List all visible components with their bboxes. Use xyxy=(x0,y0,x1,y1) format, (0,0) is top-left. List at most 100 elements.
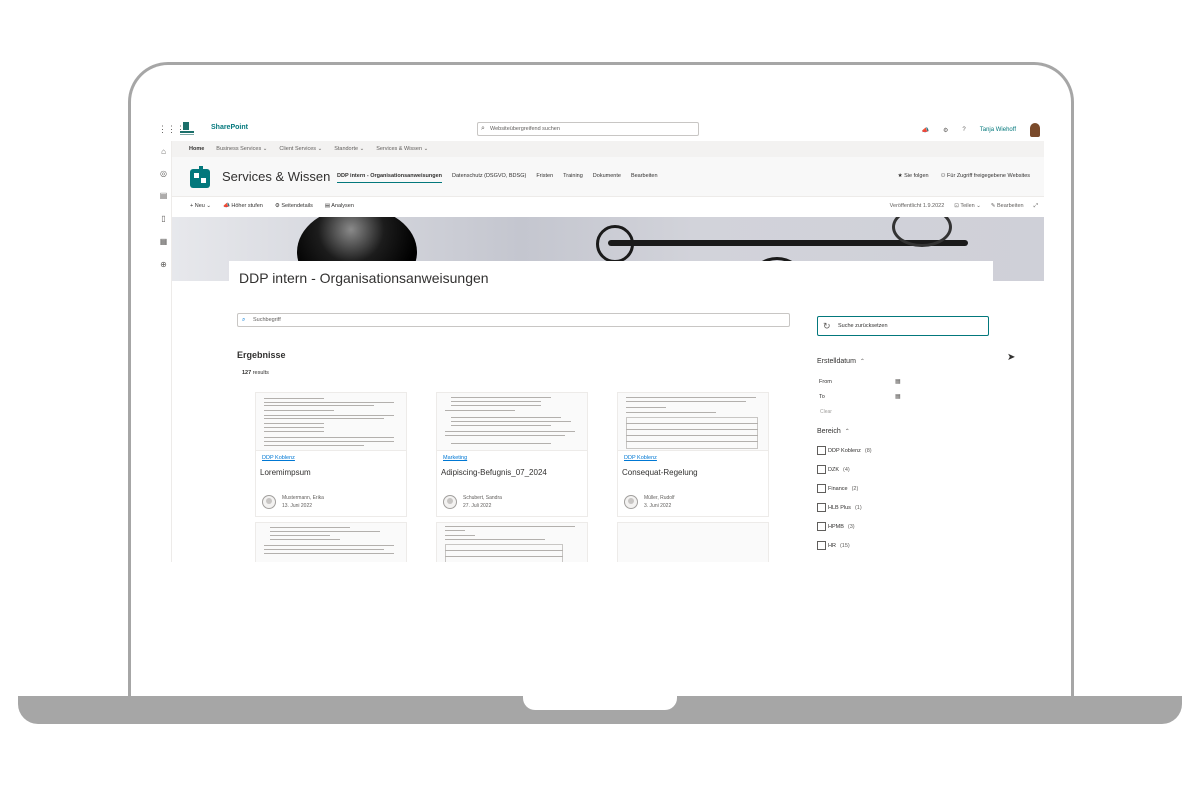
site-logo-icon xyxy=(190,166,210,188)
card-title[interactable]: Consequat-Regelung xyxy=(622,468,698,477)
edit-button[interactable]: ✎ Bearbeiten xyxy=(991,203,1024,210)
filter-checkbox-hpmb[interactable]: HPMB (3) xyxy=(817,522,855,531)
hub-nav-business-services[interactable]: Business Services ⌄ xyxy=(216,146,267,152)
site-nav: DDP intern - Organisationsanweisungen Da… xyxy=(337,173,658,183)
global-search-placeholder: Websiteübergreifend suchen xyxy=(490,126,560,132)
filter-to-label: To xyxy=(819,394,825,400)
analytics-button[interactable]: ▤ Analysen xyxy=(325,203,354,209)
search-placeholder: Suchbegriff xyxy=(253,317,281,323)
megaphone-icon[interactable]: 📣 xyxy=(922,127,929,134)
share-button[interactable]: ⊡ Teilen ⌄ xyxy=(954,203,981,210)
card-title[interactable]: Adipiscing-Befugnis_07_2024 xyxy=(441,468,547,477)
search-input[interactable]: ⌕ Suchbegriff xyxy=(237,313,790,327)
hub-nav-client-services[interactable]: Client Services ⌄ xyxy=(279,146,322,152)
create-icon[interactable]: ⊕ xyxy=(159,260,168,269)
expand-icon[interactable]: ⤢ xyxy=(1034,203,1038,210)
plus-icon: + xyxy=(190,203,194,209)
ring-image xyxy=(596,225,634,263)
hub-nav: Home Business Services ⌄ Client Services… xyxy=(172,141,1044,157)
help-icon[interactable]: ? xyxy=(962,127,965,133)
result-card[interactable] xyxy=(436,522,588,562)
filter-checkbox-finance[interactable]: Finance (2) xyxy=(817,484,858,493)
card-date: 13. Juni 2022 xyxy=(282,503,313,509)
lists-icon[interactable]: ▦ xyxy=(159,237,168,246)
gear-icon[interactable]: ⚙ xyxy=(943,127,948,134)
result-card[interactable] xyxy=(617,522,769,562)
star-icon: ★ xyxy=(897,173,903,179)
site-nav-item-dokumente[interactable]: Dokumente xyxy=(593,173,621,183)
suite-actions: 📣 ⚙ ? Tanja Wiehoff xyxy=(922,123,1040,137)
people-icon: ⚇ xyxy=(940,173,946,179)
result-card[interactable] xyxy=(255,522,407,562)
card-title[interactable]: Loremimpsum xyxy=(260,468,311,477)
search-icon: ⌕ xyxy=(242,317,246,323)
card-author: Müller, Rudolf xyxy=(644,495,675,501)
hub-nav-standorte[interactable]: Standorte ⌄ xyxy=(334,146,364,152)
chart-icon: ▤ xyxy=(324,203,331,209)
calendar-icon[interactable]: ▦ xyxy=(895,393,901,400)
site-title[interactable]: Services & Wissen xyxy=(222,169,330,184)
document-thumbnail xyxy=(437,523,587,562)
globe-icon[interactable]: ◎ xyxy=(159,169,168,178)
hub-nav-home[interactable]: Home xyxy=(189,146,204,152)
filter-checkbox-hr[interactable]: HR (15) xyxy=(817,541,850,550)
site-nav-item-organisationsanweisungen[interactable]: DDP intern - Organisationsanweisungen xyxy=(337,173,443,183)
card-tag[interactable]: DDP Koblenz xyxy=(624,455,657,461)
published-status: Veröffentlicht 1.9.2022 xyxy=(889,203,945,209)
reset-search-button[interactable]: ↻ Suche zurücksetzen xyxy=(817,316,989,336)
filter-checkbox-hlb-plus[interactable]: HLB Plus (1) xyxy=(817,503,862,512)
result-card[interactable]: Marketing Adipiscing-Befugnis_07_2024 Sc… xyxy=(436,392,588,517)
site-nav-item-fristen[interactable]: Fristen xyxy=(536,173,553,183)
screen: ⋮⋮⋮ SharePoint ⌕ Websiteübergreifend suc… xyxy=(155,117,1044,562)
checkbox[interactable] xyxy=(817,541,826,550)
filter-clear-link[interactable]: Clear xyxy=(820,409,832,415)
checkbox[interactable] xyxy=(817,465,826,474)
user-name[interactable]: Tanja Wiehoff xyxy=(980,127,1016,133)
mouse-cursor-icon: ➤ xyxy=(1007,352,1016,363)
person-icon xyxy=(443,495,457,509)
search-icon: ⌕ xyxy=(481,125,485,132)
filter-checkbox-dzk[interactable]: DZK (4) xyxy=(817,465,850,474)
site-nav-item-bearbeiten[interactable]: Bearbeiten xyxy=(631,173,658,183)
chevron-up-icon: ⌃ xyxy=(859,359,865,365)
site-header: Services & Wissen DDP intern - Organisat… xyxy=(172,157,1044,197)
checkbox[interactable] xyxy=(817,484,826,493)
follow-button[interactable]: ★ Sie folgen xyxy=(898,173,929,179)
news-icon[interactable]: ▤ xyxy=(159,191,168,200)
result-card[interactable]: DDP Koblenz Loremimpsum Mustermann, Erik… xyxy=(255,392,407,517)
gear-icon: ⚙ xyxy=(274,203,280,209)
app-launcher-icon[interactable]: ⋮⋮⋮ xyxy=(158,124,185,134)
checkbox[interactable] xyxy=(817,503,826,512)
filter-area-heading[interactable]: Bereich ⌃ xyxy=(817,428,850,435)
card-tag[interactable]: Marketing xyxy=(443,455,467,461)
share-icon: ⊡ xyxy=(954,203,959,209)
avatar[interactable] xyxy=(1030,123,1040,137)
site-nav-item-datenschutz[interactable]: Datenschutz (DSGVO, BDSG) xyxy=(452,173,526,183)
content-panel: DDP intern - Organisationsanweisungen ⌕ … xyxy=(229,261,993,562)
promote-button[interactable]: 📣 Höher stufen xyxy=(223,203,263,209)
document-thumbnail xyxy=(256,393,406,451)
home-icon[interactable]: ⌂ xyxy=(159,147,168,156)
page-details-button[interactable]: ⚙ Seitendetails xyxy=(275,203,313,209)
new-button[interactable]: + Neu ⌄ xyxy=(190,203,211,209)
result-card[interactable]: DDP Koblenz Consequat-Regelung Müller, R… xyxy=(617,392,769,517)
card-author: Schubert, Sandra xyxy=(463,495,502,501)
shared-sites-button[interactable]: ⚇ Für Zugriff freigegebene Websites xyxy=(941,173,1030,179)
card-tag[interactable]: DDP Koblenz xyxy=(262,455,295,461)
site-nav-item-training[interactable]: Training xyxy=(563,173,583,183)
hub-nav-services-wissen[interactable]: Services & Wissen ⌄ xyxy=(376,146,428,152)
filter-date-heading[interactable]: Erstelldatum ⌃ xyxy=(817,358,865,365)
calendar-icon[interactable]: ▦ xyxy=(895,378,901,385)
person-icon xyxy=(624,495,638,509)
filter-checkbox-ddp-koblenz[interactable]: DDP Koblenz (8) xyxy=(817,446,872,455)
checkbox[interactable] xyxy=(817,446,826,455)
document-thumbnail xyxy=(618,523,768,562)
company-logo-icon xyxy=(180,122,194,135)
card-author: Mustermann, Erika xyxy=(282,495,324,501)
pencil-icon: ✎ xyxy=(990,203,996,209)
checkbox[interactable] xyxy=(817,522,826,531)
global-search-input[interactable]: ⌕ Websiteübergreifend suchen xyxy=(477,122,699,136)
file-icon[interactable]: ▯ xyxy=(159,214,168,223)
app-name[interactable]: SharePoint xyxy=(211,124,248,131)
results-heading: Ergebnisse xyxy=(237,350,286,360)
